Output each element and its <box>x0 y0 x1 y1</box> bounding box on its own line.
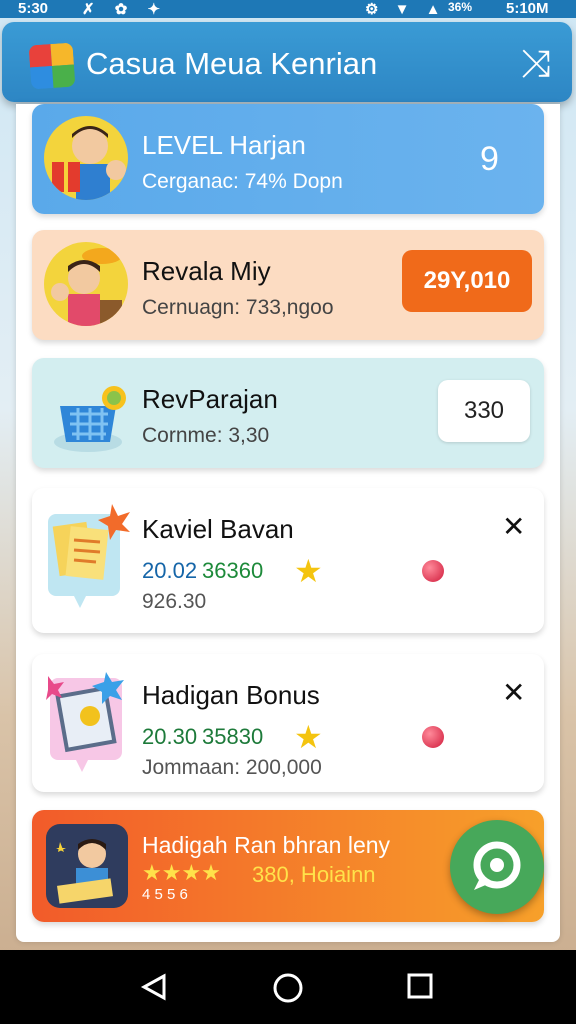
document-icon <box>46 502 132 608</box>
reward-amount-button[interactable]: 29Y,010 <box>402 250 532 312</box>
card-title: Hadigan Bonus <box>142 680 320 710</box>
card-subtitle: 926.30 <box>142 590 207 613</box>
status-bar: 5:30 ✗ ✿ ✦ ⚙ ▼ ▲ 36% 5:10M <box>0 0 576 18</box>
avatar <box>44 242 128 326</box>
value-primary: 20.30 <box>142 724 198 749</box>
card-title: RevParajan <box>142 384 278 414</box>
card-subtitle: Jommaan: 200,000 <box>142 756 322 779</box>
promo-bonus: 380, Hoiainn <box>252 862 376 887</box>
card-level[interactable]: LEVEL Harjan Cerganac: 74% Dopn 9 <box>32 104 544 214</box>
chat-icon <box>473 841 521 890</box>
value-secondary: 36360 <box>202 558 264 583</box>
app-logo-icon <box>28 42 76 90</box>
gem-icon <box>422 726 444 748</box>
gem-icon <box>422 560 444 582</box>
help-icon[interactable]: 9 <box>480 140 499 179</box>
app-header: Casua Meua Kenrian ⤨ <box>2 22 572 102</box>
value-secondary: 35830 <box>202 724 264 749</box>
close-icon[interactable]: ✕ <box>502 676 525 709</box>
promo-title: Hadigah Ran bhran leny <box>142 832 391 858</box>
recent-apps-icon[interactable] <box>406 972 434 1000</box>
star-icon: ★ <box>294 719 323 755</box>
close-icon[interactable]: ✕ <box>502 510 525 543</box>
card-bonus[interactable]: Hadigan Bonus ✕ 20.30 35830 ★ Jommaan: 2… <box>32 654 544 792</box>
chat-button[interactable] <box>450 820 544 914</box>
home-icon[interactable] <box>272 972 304 1004</box>
promo-avatar <box>46 824 128 908</box>
amount-button[interactable]: 330 <box>438 380 530 442</box>
value-primary: 20.02 <box>142 558 198 583</box>
card-reward[interactable]: Revala Miy Cernuagn: 733,ngoo 29Y,010 <box>32 230 544 340</box>
notification-icons: ✗ ✿ ✦ <box>82 1 169 18</box>
close-icon[interactable]: ⤨ <box>516 44 556 84</box>
system-nav-bar <box>0 950 576 1024</box>
basket-icon <box>50 380 134 454</box>
promo-small-text: 4 5 5 6 <box>142 886 188 903</box>
back-icon[interactable] <box>140 972 170 1002</box>
card-subtitle: Cornme: 3,30 <box>142 424 270 447</box>
card-title: Kaviel Bavan <box>142 514 294 544</box>
star-icon: ★ <box>294 553 323 589</box>
card-title: Revala Miy <box>142 256 271 286</box>
status-clock: 5:10M <box>506 0 549 17</box>
card-title: LEVEL Harjan <box>142 130 306 160</box>
card-rev[interactable]: RevParajan Cornme: 3,30 330 <box>32 358 544 468</box>
card-kaviel[interactable]: Kaviel Bavan ✕ 20.02 36360 ★ 926.30 <box>32 488 544 633</box>
promo-stars: ★★★★ <box>142 860 221 885</box>
app-title: Casua Meua Kenrian <box>86 46 378 81</box>
avatar <box>44 116 128 200</box>
book-icon <box>46 668 132 774</box>
card-subtitle: Cernuagn: 733,ngoo <box>142 296 334 319</box>
card-subtitle: Cerganac: 74% Dopn <box>142 170 343 193</box>
battery-level: 36% <box>448 0 473 14</box>
signal-icons: ⚙ ▼ ▲ <box>365 1 447 18</box>
status-time-left: 5:30 <box>18 0 49 17</box>
